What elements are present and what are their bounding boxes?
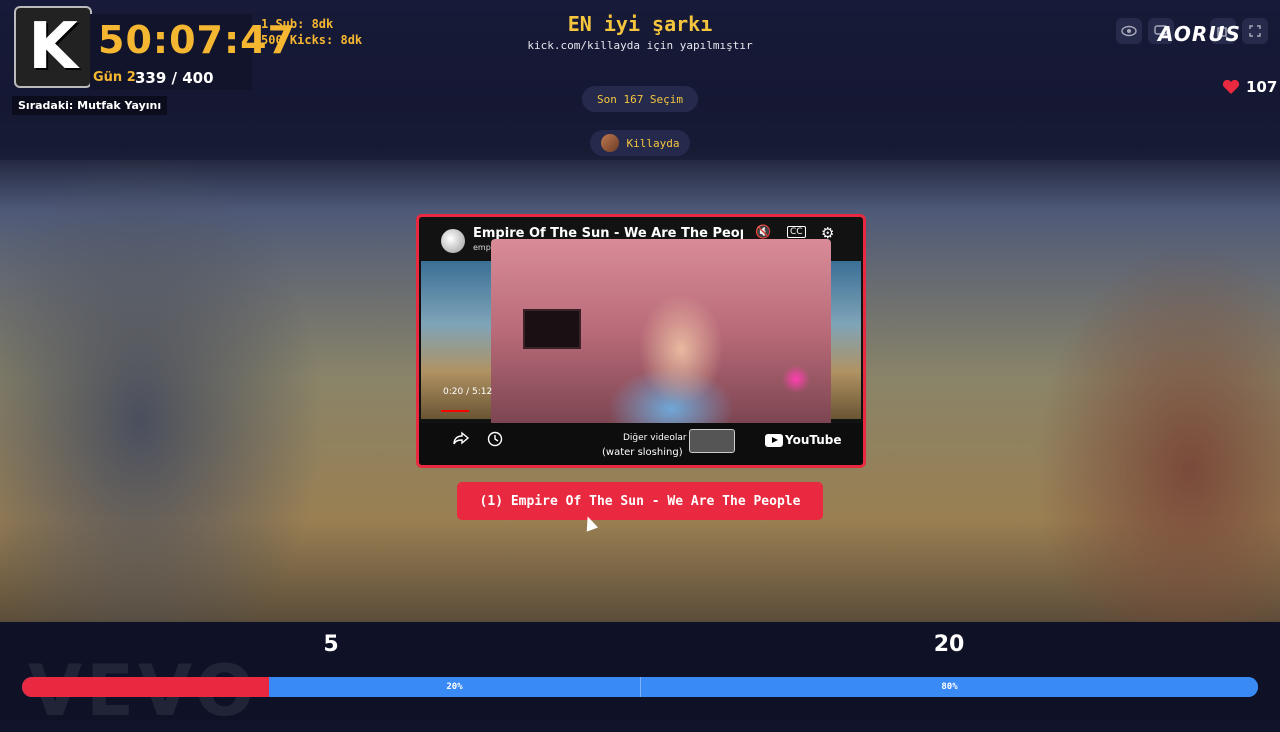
captions-icon[interactable]: CC <box>787 226 806 238</box>
video-progress-bar[interactable] <box>441 410 469 412</box>
streamer-name: Killayda <box>626 136 680 150</box>
hearts-count: 107 <box>1246 78 1278 96</box>
caption-text: (water sloshing) <box>602 447 683 458</box>
channel-name[interactable]: emp <box>473 243 491 252</box>
video-time: 0:20 / 5:12 <box>443 387 493 397</box>
recent-picks-button[interactable]: Son 167 Seçim <box>582 86 698 112</box>
youtube-wordmark: YouTube <box>785 433 842 447</box>
now-playing-label: (1) Empire Of The Sun - We Are The Peopl… <box>479 493 801 509</box>
avatar <box>600 134 619 152</box>
right-vote-count: 20 <box>933 632 965 657</box>
kicks-incentive: 500 Kicks: 8dk <box>261 33 363 47</box>
now-playing-button[interactable]: (1) Empire Of The Sun - We Are The Peopl… <box>457 482 823 520</box>
video-player[interactable]: Empire Of The Sun - We Are The People ( … <box>416 214 866 468</box>
left-vote-fill <box>22 677 269 697</box>
logo-letter: K <box>28 10 78 84</box>
left-percent-segment: 20% <box>269 677 640 697</box>
recent-picks-label: Son 167 Seçim <box>596 92 684 106</box>
hearts-counter: 107 <box>1222 78 1277 96</box>
right-percent-segment: 80% <box>640 677 1258 697</box>
page-subtitle: kick.com/killayda için yapılmıştır <box>527 39 753 52</box>
left-percent-label: 20% <box>446 682 463 692</box>
streamer-chip[interactable]: Killayda <box>590 130 690 156</box>
channel-avatar[interactable] <box>441 229 465 253</box>
fullscreen-icon[interactable] <box>1242 18 1268 44</box>
left-vote-count: 5 <box>323 632 339 657</box>
share-icon[interactable] <box>453 431 470 449</box>
kick-logo: K <box>14 6 92 88</box>
day-progress: 339 / 400 <box>135 69 214 87</box>
more-videos-label[interactable]: Diğer videolar <box>623 433 687 443</box>
page-title: EN iyi şarkı <box>567 12 713 36</box>
sub-incentive: 1 Sub: 8dk <box>261 17 334 31</box>
sponsor-logo: AORUS <box>1158 22 1241 46</box>
heart-icon <box>1222 79 1240 94</box>
next-up-label: Sıradaki: Mutfak Yayını <box>12 96 168 115</box>
right-percent-label: 80% <box>941 682 958 692</box>
streamer-webcam-overlay <box>491 239 831 427</box>
day-label: Gün 2 <box>93 70 136 85</box>
youtube-logo[interactable]: YouTube <box>765 433 842 447</box>
tv-in-room <box>523 309 581 349</box>
youtube-play-icon <box>765 433 783 447</box>
watch-later-icon[interactable] <box>487 431 503 451</box>
more-videos-thumbnail[interactable] <box>689 429 735 453</box>
eye-icon[interactable] <box>1116 18 1142 44</box>
vote-bar: 20% 80% <box>22 677 1258 697</box>
mute-icon[interactable]: 🔇 <box>755 225 771 240</box>
